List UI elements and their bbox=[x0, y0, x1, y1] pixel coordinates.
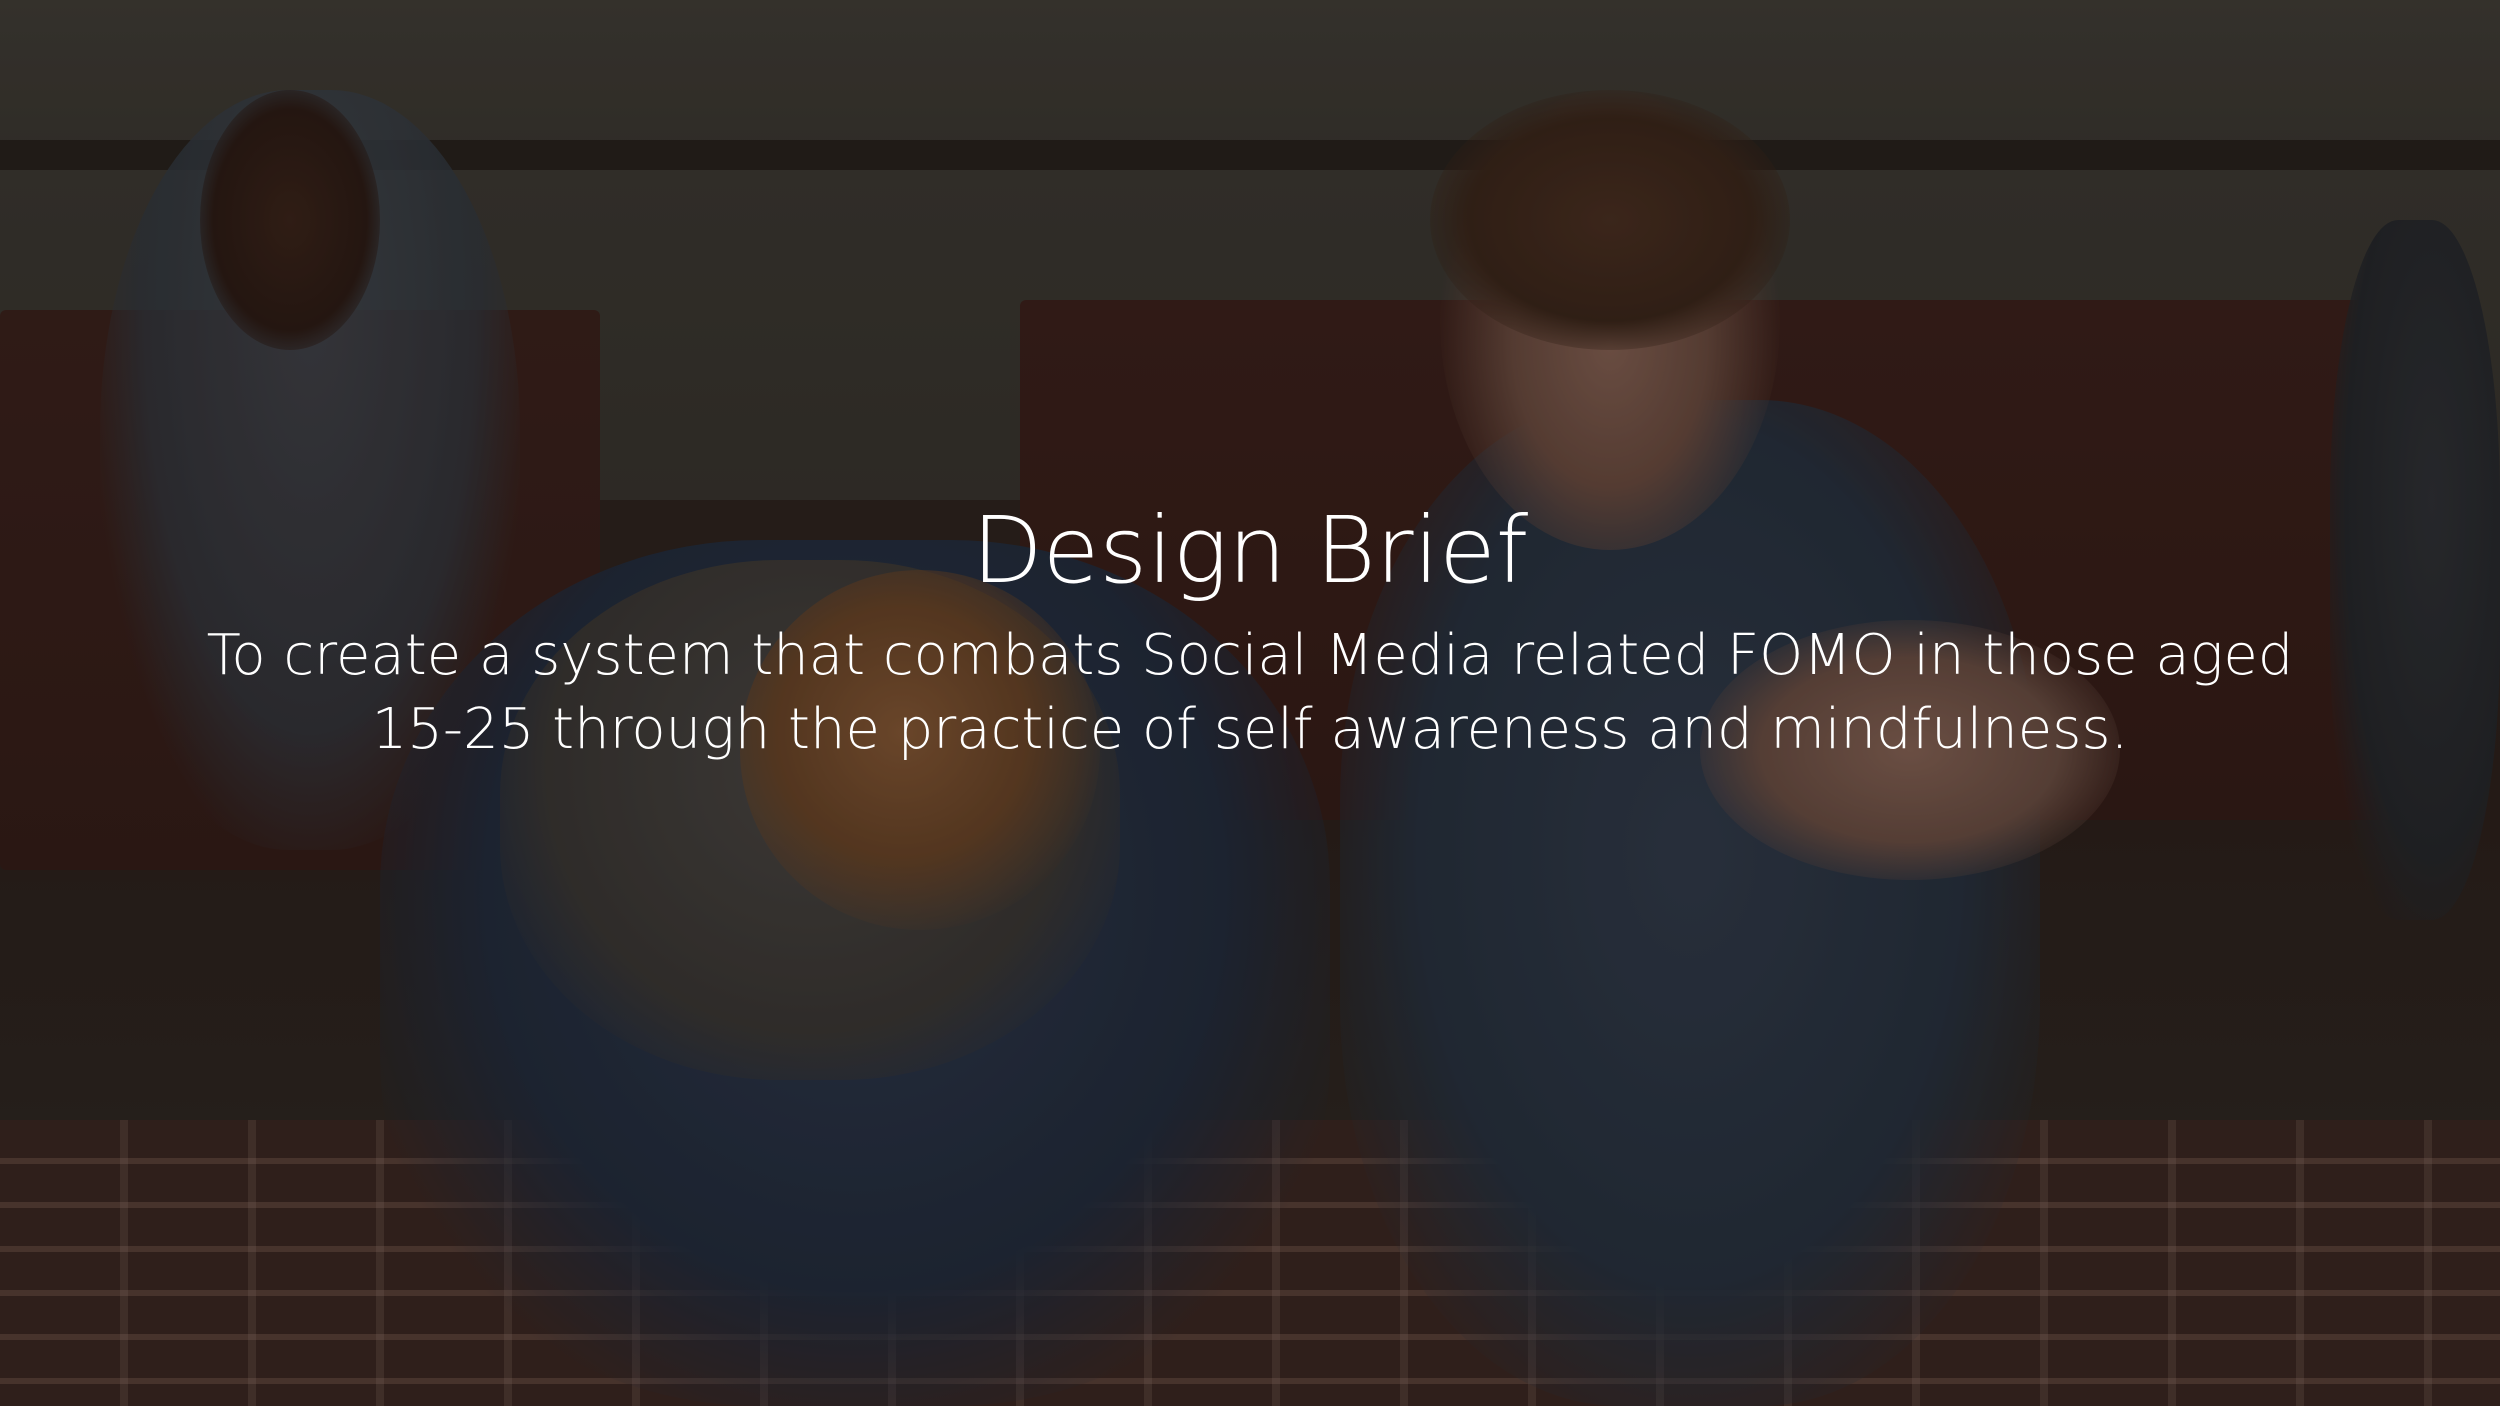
text-block: Design Brief To create a system that com… bbox=[0, 495, 2500, 767]
slide-body-line-2: 15-25 through the practice of self aware… bbox=[371, 697, 2129, 762]
slide-title: Design Brief bbox=[971, 497, 1529, 604]
slide-body-line-1: To create a system that combats Social M… bbox=[206, 623, 2294, 688]
slide: Design Brief To create a system that com… bbox=[0, 0, 2500, 1406]
slide-body: To create a system that combats Social M… bbox=[150, 619, 2350, 767]
